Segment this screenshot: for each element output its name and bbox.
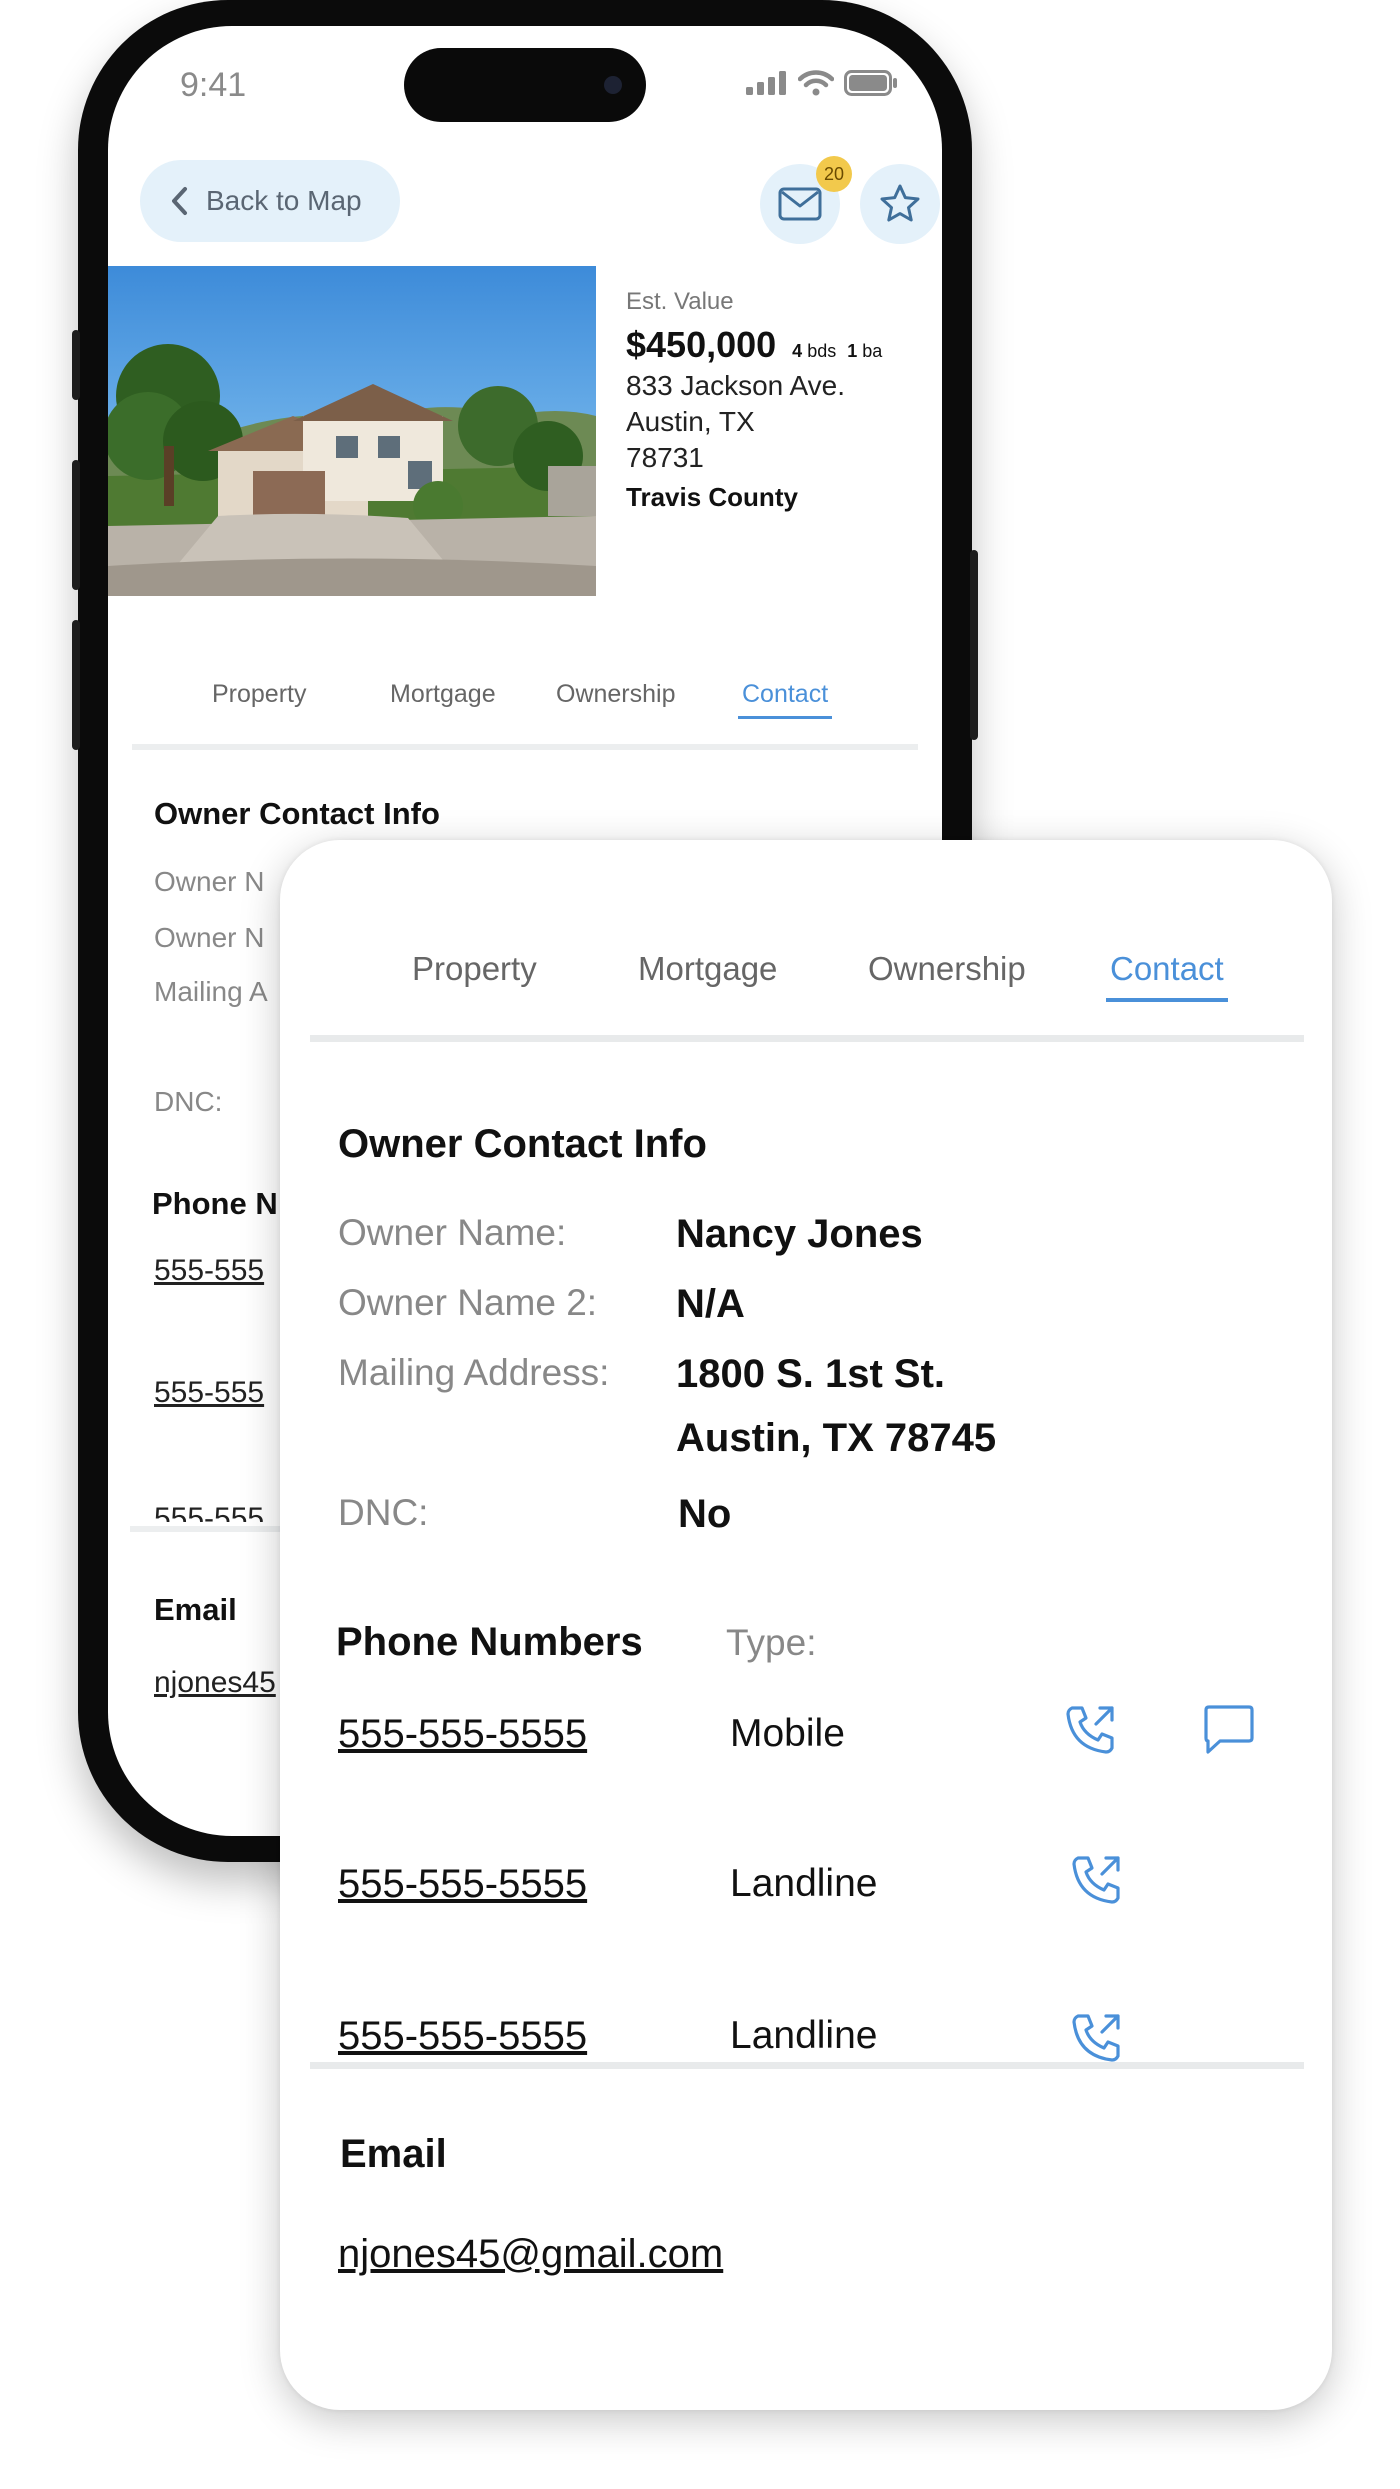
est-value-label: Est. Value: [626, 288, 734, 315]
mail-icon: [778, 187, 822, 221]
wifi-icon: [798, 70, 834, 96]
phone-email-link[interactable]: njones45: [154, 1666, 276, 1700]
phone-tab-bar: Property Mortgage Ownership Contact: [132, 654, 918, 750]
call-outgoing-icon[interactable]: [1068, 1852, 1124, 1908]
phone-dnc-label: DNC:: [154, 1086, 223, 1117]
phone-type: Landline: [730, 1862, 878, 1905]
contact-detail-card: Property Mortgage Ownership Contact Owne…: [280, 840, 1332, 2410]
phone-owner-name-label: Owner N: [154, 866, 265, 897]
phone-type: Landline: [730, 2014, 878, 2057]
email-title: Email: [340, 2132, 447, 2176]
tab-ownership[interactable]: Ownership: [868, 950, 1026, 988]
favorite-button[interactable]: [860, 164, 940, 244]
tab-mortgage[interactable]: Mortgage: [390, 680, 496, 709]
power-button: [970, 550, 978, 740]
volume-down-button: [72, 620, 80, 750]
signal-icon: [746, 71, 786, 95]
price-value: $450,000: [626, 324, 777, 365]
beds-unit: bds: [807, 341, 837, 361]
phone-owner-name2-label: Owner N: [154, 922, 265, 953]
dynamic-island: [404, 48, 646, 122]
property-photo: [108, 266, 596, 596]
address-zip: 78731: [626, 442, 704, 473]
address-line-2: Austin, TX: [626, 406, 755, 437]
mailing-address-line1: 1800 S. 1st St.: [676, 1352, 946, 1396]
phone-row-clipped: 555-555-5555 Landline: [280, 2010, 1332, 2064]
call-outgoing-icon[interactable]: [1068, 2010, 1124, 2064]
phone-number-link[interactable]: 555-555-5555: [338, 1862, 587, 1907]
phone-type: Mobile: [730, 1712, 845, 1755]
mailing-address-line2: Austin, TX 78745: [676, 1416, 997, 1460]
address-line-1: 833 Jackson Ave.: [626, 370, 845, 401]
house-illustration: [108, 344, 596, 596]
action-button: [72, 330, 80, 400]
phone-numbers-title: Phone Numbers: [336, 1620, 643, 1664]
type-header: Type:: [726, 1622, 817, 1663]
owner-name2-value: N/A: [676, 1282, 745, 1326]
owner-contact-title: Owner Contact Info: [338, 1122, 707, 1166]
volume-up-button: [72, 460, 80, 590]
beds-count: 4: [792, 341, 803, 361]
tab-bar: Property Mortgage Ownership Contact: [310, 932, 1304, 1042]
tab-mortgage[interactable]: Mortgage: [638, 950, 777, 988]
dnc-value: No: [678, 1492, 732, 1536]
section-divider: [310, 2062, 1304, 2069]
back-to-map-button[interactable]: Back to Map: [140, 160, 400, 242]
tab-ownership[interactable]: Ownership: [556, 680, 676, 709]
phone-email-title: Email: [154, 1592, 237, 1627]
dnc-label: DNC:: [338, 1492, 429, 1533]
owner-name-value: Nancy Jones: [676, 1212, 923, 1256]
chevron-left-icon: [172, 187, 187, 215]
phone-number-link[interactable]: 555-555-5555: [338, 1712, 587, 1757]
price: $450,000 4 bds 1 ba: [626, 324, 882, 366]
tab-property[interactable]: Property: [412, 950, 537, 988]
phone-mailing-label: Mailing A: [154, 976, 268, 1007]
phone-number-link[interactable]: 555-555: [154, 1254, 264, 1288]
mailing-address-label: Mailing Address:: [338, 1352, 610, 1393]
call-outgoing-icon[interactable]: [1062, 1702, 1118, 1758]
phone-number-link[interactable]: 555-555-5555: [338, 2014, 587, 2059]
property-summary: Est. Value $450,000 4 bds 1 ba 833 Jacks…: [626, 288, 882, 513]
status-icons: [746, 70, 898, 96]
notification-badge: 20: [816, 156, 852, 192]
email-link[interactable]: njones45@gmail.com: [338, 2232, 723, 2277]
baths-unit: ba: [862, 341, 883, 361]
phone-number-link[interactable]: 555-555: [154, 1502, 264, 1522]
star-icon: [880, 184, 920, 222]
phone-phone-numbers-title: Phone N: [152, 1186, 278, 1221]
battery-icon: [844, 70, 897, 96]
owner-name2-label: Owner Name 2:: [338, 1282, 598, 1323]
message-icon[interactable]: [1202, 1704, 1256, 1756]
back-button-label: Back to Map: [206, 185, 362, 216]
status-time: 9:41: [180, 66, 247, 104]
county: Travis County: [626, 482, 798, 512]
tab-contact[interactable]: Contact: [737, 680, 833, 719]
baths-count: 1: [847, 341, 858, 361]
tab-property[interactable]: Property: [212, 680, 306, 709]
owner-name-label: Owner Name:: [338, 1212, 567, 1253]
phone-number-link[interactable]: 555-555: [154, 1376, 264, 1410]
messages-button[interactable]: 20: [760, 156, 852, 244]
phone-owner-contact-title: Owner Contact Info: [154, 796, 440, 831]
tab-contact[interactable]: Contact: [1106, 950, 1228, 1002]
